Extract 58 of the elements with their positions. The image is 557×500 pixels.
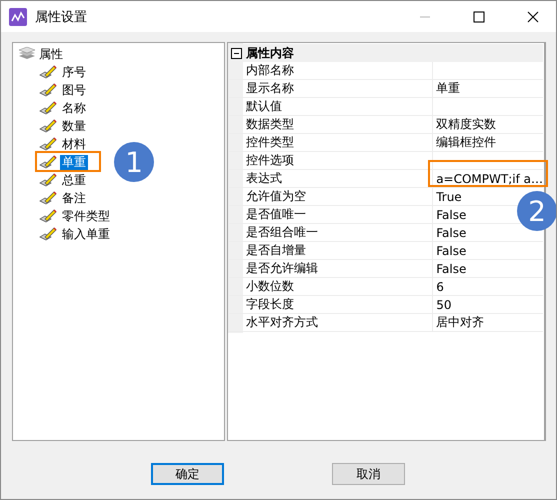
property-name: 字段长度 xyxy=(243,296,434,313)
property-value: 编辑框控件 xyxy=(436,135,496,149)
property-name: 数据类型 xyxy=(243,116,434,133)
tree-item[interactable]: 材料 xyxy=(60,136,88,152)
pencil-icon xyxy=(39,101,57,115)
property-value: True xyxy=(436,190,462,204)
pencil-icon xyxy=(39,119,57,133)
tree-item[interactable]: 单重 xyxy=(60,154,88,170)
property-name: 小数位数 xyxy=(243,278,434,295)
layers-icon xyxy=(18,47,36,61)
dialog-button[interactable]: 确定 xyxy=(151,463,224,485)
property-value: 双精度实数 xyxy=(436,117,496,131)
property-name: 是否自增量 xyxy=(243,242,434,259)
property-name: 显示名称 xyxy=(243,80,434,97)
property-name: 控件类型 xyxy=(243,134,434,151)
tree-item[interactable]: 输入单重 xyxy=(60,226,112,242)
window-title: 属性设置 xyxy=(35,8,87,26)
pencil-icon xyxy=(39,137,57,151)
property-value: False xyxy=(436,226,466,240)
property-value: False xyxy=(436,244,466,258)
property-name: 是否组合唯一 xyxy=(243,224,434,241)
property-value: False xyxy=(436,208,466,222)
property-name: 默认值 xyxy=(243,98,434,115)
pencil-icon xyxy=(39,65,57,79)
group-header: 属性内容 xyxy=(246,44,294,62)
property-value: a=COMPWT;if a… xyxy=(436,172,543,186)
app-icon xyxy=(9,8,27,26)
pencil-icon xyxy=(39,173,57,187)
pencil-icon xyxy=(39,227,57,241)
property-name: 是否允许编辑 xyxy=(243,260,434,277)
collapse-icon[interactable] xyxy=(231,48,242,58)
tree-item[interactable]: 属性 xyxy=(39,46,63,62)
dialog-button[interactable]: 取消 xyxy=(332,463,405,485)
pencil-icon xyxy=(39,155,57,169)
property-value: 50 xyxy=(436,298,452,312)
tree-item[interactable]: 总重 xyxy=(60,172,88,188)
property-name: 控件选项 xyxy=(243,152,434,169)
property-value: 单重 xyxy=(436,81,460,95)
pencil-icon xyxy=(39,191,57,205)
property-name: 内部名称 xyxy=(243,62,434,79)
pencil-icon xyxy=(39,83,57,97)
property-value: 6 xyxy=(436,280,444,294)
tree-item[interactable]: 名称 xyxy=(60,100,88,116)
tree-item[interactable]: 数量 xyxy=(60,118,88,134)
property-name: 表达式 xyxy=(243,170,434,187)
pencil-icon xyxy=(39,209,57,223)
maximize-icon[interactable] xyxy=(473,10,485,22)
property-name: 水平对齐方式 xyxy=(243,314,434,331)
property-name: 允许值为空 xyxy=(243,188,434,205)
tree-item[interactable]: 零件类型 xyxy=(60,208,112,224)
close-icon[interactable] xyxy=(527,10,539,22)
property-name: 是否值唯一 xyxy=(243,206,434,223)
tree-item[interactable]: 备注 xyxy=(60,190,88,206)
highlight-frame xyxy=(35,151,101,172)
property-value: False xyxy=(436,262,466,276)
tree-item[interactable]: 图号 xyxy=(60,82,88,98)
tree-item[interactable]: 序号 xyxy=(60,64,88,80)
property-value: 居中对齐 xyxy=(436,315,484,329)
